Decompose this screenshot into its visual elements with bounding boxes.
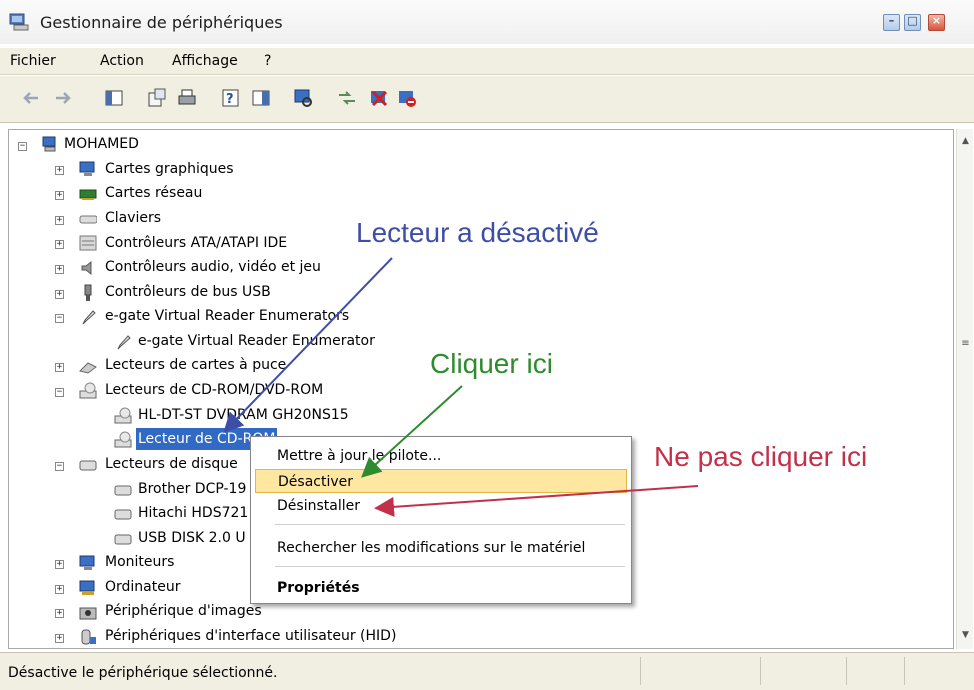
disable-icon[interactable]: [396, 87, 418, 109]
collapse-toggle[interactable]: −: [55, 388, 64, 397]
menu-affichage[interactable]: Affichage: [172, 53, 238, 69]
properties-icon[interactable]: [146, 87, 168, 109]
display-adapter-icon: [79, 160, 97, 178]
menu-action[interactable]: Action: [100, 53, 144, 69]
expand-toggle[interactable]: +: [55, 265, 64, 274]
computer-icon: [41, 135, 59, 153]
menu-scan-hardware[interactable]: Rechercher les modifications sur le maté…: [255, 536, 627, 560]
cdrom-icon: [114, 407, 132, 425]
scroll-thumb-grip-icon[interactable]: ≡: [959, 337, 972, 350]
reader-icon: [79, 308, 97, 326]
title-bar: Gestionnaire de périphériques – □ ×: [0, 0, 974, 44]
menu-fichier[interactable]: Fichier: [10, 53, 56, 69]
uninstall-icon[interactable]: [368, 87, 390, 109]
menu-separator: [275, 524, 625, 525]
expand-toggle[interactable]: +: [55, 166, 64, 175]
menu-update-driver[interactable]: Mettre à jour le pilote...: [255, 444, 627, 468]
imaging-icon: [79, 603, 97, 621]
minimize-button[interactable]: –: [883, 14, 900, 31]
close-button[interactable]: ×: [928, 14, 945, 31]
usb-icon: [79, 284, 97, 302]
audio-icon: [79, 259, 97, 277]
update-driver-icon[interactable]: [336, 87, 358, 109]
cdrom-icon: [79, 382, 97, 400]
expand-toggle[interactable]: +: [55, 609, 64, 618]
back-arrow-icon[interactable]: [20, 87, 42, 109]
collapse-toggle[interactable]: −: [55, 462, 64, 471]
scroll-up-icon[interactable]: ▲: [959, 135, 972, 148]
reader-icon: [114, 333, 132, 351]
show-hide-icon[interactable]: [250, 87, 272, 109]
expand-toggle[interactable]: +: [55, 240, 64, 249]
status-text: Désactive le périphérique sélectionné.: [8, 665, 278, 681]
annotation-disabled: Lecteur a désactivé: [356, 217, 599, 248]
status-bar: Désactive le périphérique sélectionné.: [0, 652, 974, 690]
disk-drive-icon: [79, 456, 97, 474]
minimize-icon: –: [888, 14, 895, 27]
scroll-down-icon[interactable]: ▼: [959, 629, 972, 642]
window-title: Gestionnaire de périphériques: [40, 13, 283, 32]
device-manager-icon: [8, 12, 30, 32]
annotation-click-here: Cliquer ici: [430, 348, 553, 379]
context-menu: Mettre à jour le pilote... Désactiver Dé…: [250, 436, 632, 604]
monitor-icon: [79, 554, 97, 572]
maximize-icon: □: [907, 14, 918, 27]
toolbar: ?: [0, 76, 974, 123]
expand-toggle[interactable]: +: [55, 216, 64, 225]
expand-toggle[interactable]: +: [55, 191, 64, 200]
computer-icon: [79, 579, 97, 597]
menu-bar: Fichier Action Affichage ?: [0, 48, 974, 75]
menu-disable[interactable]: Désactiver: [255, 469, 627, 493]
collapse-toggle[interactable]: −: [55, 314, 64, 323]
vertical-scrollbar[interactable]: ▲ ≡ ▼: [956, 129, 973, 649]
menu-separator: [275, 566, 625, 567]
status-cell: [904, 657, 905, 685]
status-cell: [760, 657, 761, 685]
disk-drive-icon: [114, 530, 132, 548]
menu-uninstall[interactable]: Désinstaller: [255, 494, 627, 518]
expand-toggle[interactable]: +: [55, 290, 64, 299]
close-icon: ×: [931, 14, 942, 27]
expand-toggle[interactable]: +: [55, 363, 64, 372]
cdrom-icon: [114, 431, 132, 449]
print-icon[interactable]: [176, 87, 198, 109]
forward-arrow-icon[interactable]: [52, 87, 74, 109]
disk-drive-icon: [114, 505, 132, 523]
scan-hardware-icon[interactable]: [292, 87, 314, 109]
collapse-toggle[interactable]: −: [18, 142, 27, 151]
network-card-icon: [79, 185, 97, 203]
console-tree-icon[interactable]: [103, 87, 125, 109]
status-cell: [846, 657, 847, 685]
expand-toggle[interactable]: +: [55, 585, 64, 594]
hid-icon: [79, 628, 97, 646]
svg-text:?: ?: [226, 92, 234, 107]
keyboard-icon: [79, 210, 98, 228]
menu-properties[interactable]: Propriétés: [255, 576, 627, 600]
menu-help[interactable]: ?: [264, 53, 271, 69]
maximize-button[interactable]: □: [904, 14, 921, 31]
disk-drive-icon: [114, 481, 132, 499]
help-icon[interactable]: ?: [220, 87, 242, 109]
expand-toggle[interactable]: +: [55, 560, 64, 569]
ide-controller-icon: [79, 234, 97, 252]
smartcard-icon: [79, 357, 97, 375]
expand-toggle[interactable]: +: [55, 634, 64, 643]
annotation-dont-click: Ne pas cliquer ici: [654, 441, 868, 472]
status-cell: [640, 657, 641, 685]
